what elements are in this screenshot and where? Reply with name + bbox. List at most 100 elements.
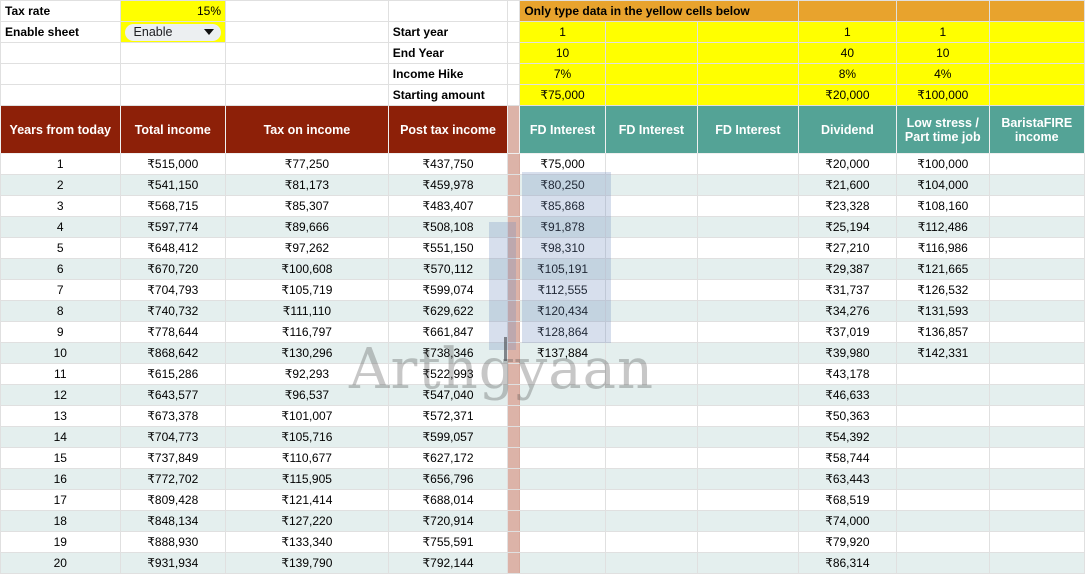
cell-fd-interest-3[interactable] [697, 216, 799, 238]
cell-total-income[interactable]: ₹597,774 [119, 216, 227, 238]
cell-tax-on-income[interactable]: ₹115,905 [225, 468, 389, 490]
cell-total-income[interactable]: ₹615,286 [119, 363, 227, 385]
cell-years-from-today[interactable]: 15 [0, 447, 121, 469]
cell-post-tax-income[interactable]: ₹656,796 [387, 468, 509, 490]
cell-years-from-today[interactable]: 11 [0, 363, 121, 385]
cell-total-income[interactable]: ₹868,642 [119, 342, 227, 364]
cell-baristafire-income[interactable] [988, 153, 1085, 175]
cell-dividend[interactable]: ₹63,443 [797, 468, 898, 490]
cell-low-stress-part-time-job[interactable]: ₹131,593 [896, 300, 990, 322]
cell-tax-on-income[interactable]: ₹96,537 [225, 384, 389, 406]
cell-fd-interest-2[interactable] [604, 426, 699, 448]
cell-fd-interest-3[interactable] [697, 531, 799, 553]
column-header-low-stress-part-time-job[interactable]: Low stress / Part time job [896, 105, 990, 154]
cell-tax-on-income[interactable]: ₹130,296 [225, 342, 389, 364]
cell-fd-interest-3[interactable] [697, 384, 799, 406]
column-header-post-tax-income[interactable]: Post tax income [387, 105, 509, 154]
cell-dividend[interactable]: ₹23,328 [797, 195, 898, 217]
cell-fd-interest-3[interactable] [697, 363, 799, 385]
cell-fd-interest-3[interactable] [697, 468, 799, 490]
cell-fd-interest-3[interactable] [697, 279, 799, 301]
cell-post-tax-income[interactable]: ₹459,978 [387, 174, 509, 196]
cell-dividend[interactable]: ₹25,194 [797, 216, 898, 238]
cell-baristafire-income[interactable] [988, 279, 1085, 301]
cell-baristafire-income[interactable] [988, 489, 1085, 511]
cell-total-income[interactable]: ₹737,849 [119, 447, 227, 469]
cell-dividend[interactable]: ₹79,920 [797, 531, 898, 553]
cell-total-income[interactable]: ₹648,412 [119, 237, 227, 259]
cell-baristafire-income[interactable] [988, 447, 1085, 469]
cell-years-from-today[interactable]: 9 [0, 321, 121, 343]
cell-tax-on-income[interactable]: ₹89,666 [225, 216, 389, 238]
cell-fd-interest-2[interactable] [604, 279, 699, 301]
cell-fd-interest-3[interactable] [697, 258, 799, 280]
empty-yellow-cell[interactable] [697, 42, 799, 64]
empty-yellow-cell[interactable] [604, 21, 699, 43]
cell-fd-interest-2[interactable] [604, 300, 699, 322]
cell-low-stress-part-time-job[interactable]: ₹100,000 [896, 153, 990, 175]
cell-years-from-today[interactable]: 2 [0, 174, 121, 196]
cell-post-tax-income[interactable]: ₹570,112 [387, 258, 509, 280]
cell-low-stress-part-time-job[interactable] [896, 531, 990, 553]
cell-baristafire-income[interactable] [988, 510, 1085, 532]
cell-post-tax-income[interactable]: ₹483,407 [387, 195, 509, 217]
cell-dividend[interactable]: ₹50,363 [797, 405, 898, 427]
cell-years-from-today[interactable]: 6 [0, 258, 121, 280]
cell-baristafire-income[interactable] [988, 363, 1085, 385]
cell-fd-interest-1[interactable]: ₹120,434 [519, 300, 606, 322]
cell-low-stress-part-time-job[interactable]: ₹108,160 [896, 195, 990, 217]
cell-tax-on-income[interactable]: ₹92,293 [225, 363, 389, 385]
cell-total-income[interactable]: ₹541,150 [119, 174, 227, 196]
cell-low-stress-part-time-job[interactable] [896, 384, 990, 406]
cell-dividend[interactable]: ₹68,519 [797, 489, 898, 511]
cell-fd-interest-3[interactable] [697, 489, 799, 511]
cell-post-tax-income[interactable]: ₹627,172 [387, 447, 509, 469]
cell-total-income[interactable]: ₹704,793 [119, 279, 227, 301]
cell-dividend[interactable]: ₹31,737 [797, 279, 898, 301]
cell-years-from-today[interactable]: 14 [0, 426, 121, 448]
cell-fd-interest-2[interactable] [604, 489, 699, 511]
cell-fd-interest-1[interactable] [519, 384, 606, 406]
column-header-total-income[interactable]: Total income [119, 105, 227, 154]
cell-baristafire-income[interactable] [988, 552, 1085, 574]
cell-low-stress-part-time-job[interactable] [896, 363, 990, 385]
empty-yellow-cell[interactable] [604, 63, 699, 85]
cell-dividend[interactable]: ₹58,744 [797, 447, 898, 469]
cell-fd-interest-1[interactable] [519, 552, 606, 574]
cell-baristafire-income[interactable] [988, 405, 1085, 427]
cell-dividend[interactable]: ₹46,633 [797, 384, 898, 406]
cell-low-stress-part-time-job[interactable]: ₹136,857 [896, 321, 990, 343]
cell-baristafire-income[interactable] [988, 531, 1085, 553]
empty-yellow-cell[interactable] [988, 63, 1085, 85]
cell-fd-interest-1[interactable] [519, 531, 606, 553]
cell-post-tax-income[interactable]: ₹599,057 [387, 426, 509, 448]
income-hike-input-1[interactable]: 7% [519, 63, 606, 85]
end-year-input-3[interactable]: 10 [896, 42, 990, 64]
cell-dividend[interactable]: ₹74,000 [797, 510, 898, 532]
cell-years-from-today[interactable]: 13 [0, 405, 121, 427]
cell-low-stress-part-time-job[interactable]: ₹126,532 [896, 279, 990, 301]
cell-fd-interest-1[interactable]: ₹85,868 [519, 195, 606, 217]
cell-dividend[interactable]: ₹20,000 [797, 153, 898, 175]
cell-fd-interest-2[interactable] [604, 510, 699, 532]
cell-fd-interest-1[interactable]: ₹112,555 [519, 279, 606, 301]
cell-years-from-today[interactable]: 18 [0, 510, 121, 532]
cell-dividend[interactable]: ₹37,019 [797, 321, 898, 343]
starting-amount-input-1[interactable]: ₹75,000 [519, 84, 606, 106]
cell-low-stress-part-time-job[interactable] [896, 552, 990, 574]
cell-low-stress-part-time-job[interactable] [896, 405, 990, 427]
cell-tax-on-income[interactable]: ₹105,719 [225, 279, 389, 301]
cell-dividend[interactable]: ₹54,392 [797, 426, 898, 448]
cell-post-tax-income[interactable]: ₹688,014 [387, 489, 509, 511]
cell-total-income[interactable]: ₹643,577 [119, 384, 227, 406]
cell-post-tax-income[interactable]: ₹755,591 [387, 531, 509, 553]
cell-fd-interest-3[interactable] [697, 195, 799, 217]
cell-total-income[interactable]: ₹848,134 [119, 510, 227, 532]
cell-fd-interest-1[interactable]: ₹91,878 [519, 216, 606, 238]
cell-fd-interest-3[interactable] [697, 447, 799, 469]
cell-fd-interest-1[interactable]: ₹128,864 [519, 321, 606, 343]
cell-total-income[interactable]: ₹772,702 [119, 468, 227, 490]
cell-fd-interest-3[interactable] [697, 237, 799, 259]
cell-fd-interest-3[interactable] [697, 405, 799, 427]
cell-years-from-today[interactable]: 5 [0, 237, 121, 259]
